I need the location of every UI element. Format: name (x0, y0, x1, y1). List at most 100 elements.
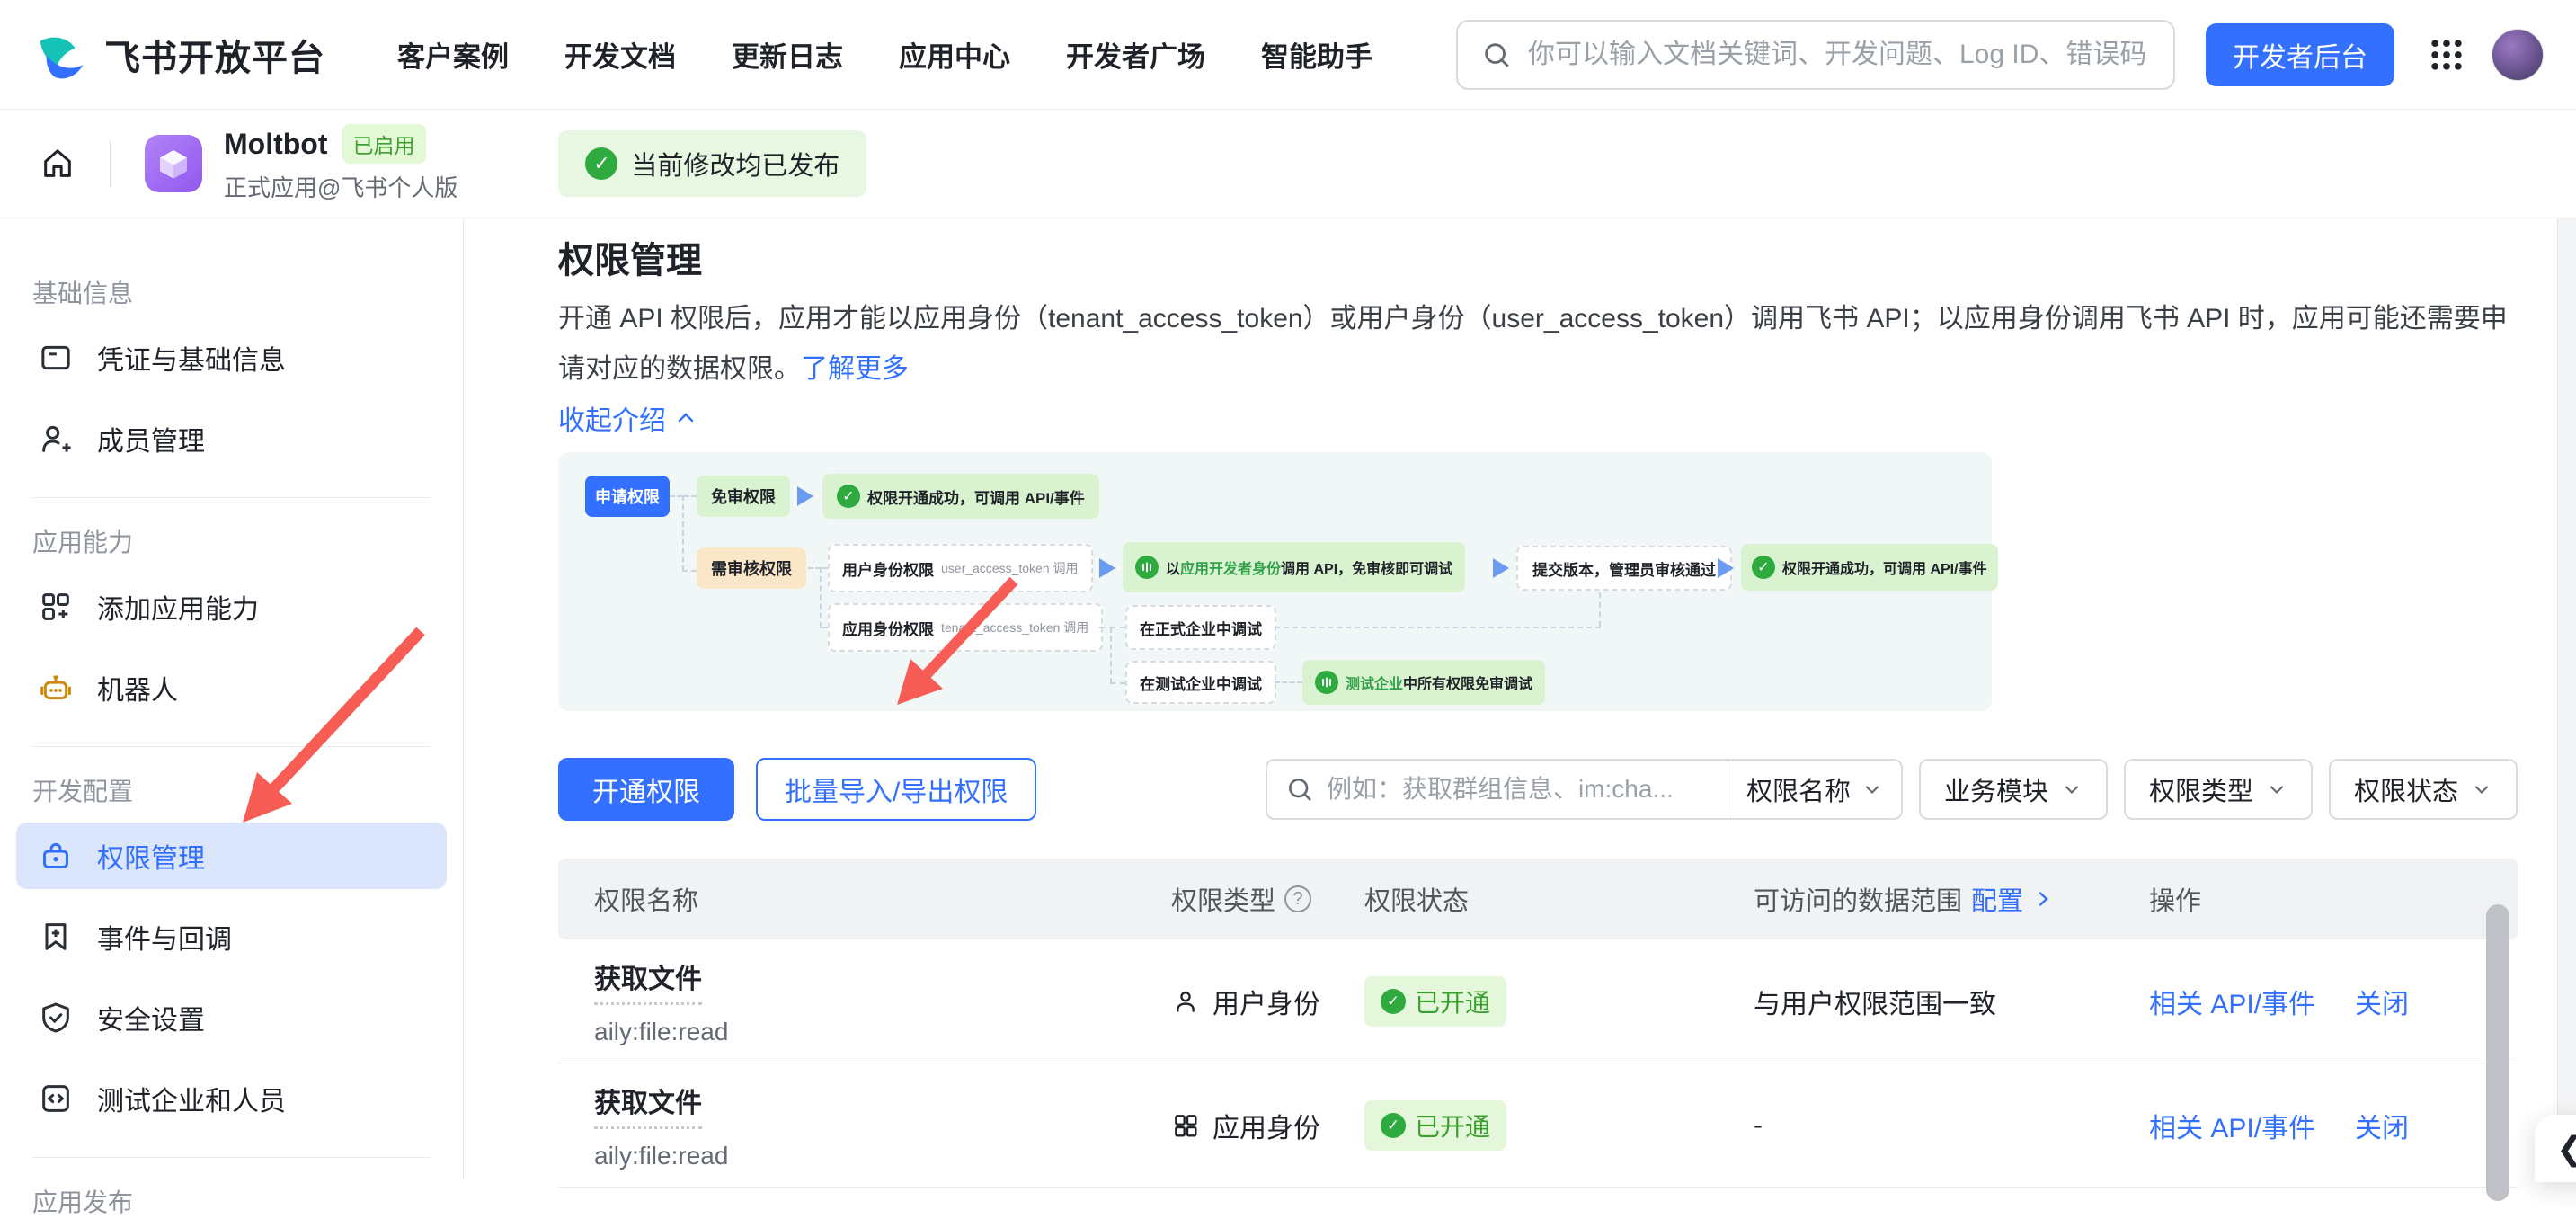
check-icon: ✓ (1752, 556, 1775, 579)
app-subtitle: 正式应用@飞书个人版 (224, 170, 457, 203)
sidebar-item-label: 权限管理 (97, 836, 205, 876)
flow-node-user-perm: 用户身份权限 user_access_token 调用 (828, 544, 1093, 592)
flow-node-title: 在正式企业中调试 (1140, 617, 1262, 639)
flow-dev-call-text: 以应用开发者身份调用 API，免审核即可调试 (1166, 556, 1452, 578)
status-text: 已开通 (1415, 983, 1490, 1019)
flow-node-formal-debug: 在正式企业中调试 (1125, 605, 1276, 650)
permission-toolbar: 开通权限 批量导入/导出权限 权限名称 业务模块 (558, 758, 2518, 821)
connector (820, 567, 822, 627)
sidebar-item-test-org[interactable]: 测试企业和人员 (16, 1065, 447, 1132)
chevron-left-icon: ❮ (2556, 1130, 2576, 1168)
lock-icon (38, 838, 74, 874)
close-permission-link[interactable]: 关闭 (2355, 1106, 2409, 1145)
check-icon: ✓ (1381, 1113, 1406, 1138)
flow-node-title: 用户身份权限 (842, 557, 934, 580)
permission-code: aily:file:read (594, 1018, 1171, 1046)
search-icon (1285, 775, 1314, 804)
flow-node-apply: 申请权限 (585, 476, 670, 517)
filter-business-module[interactable]: 业务模块 (1919, 759, 2108, 820)
close-permission-link[interactable]: 关闭 (2355, 982, 2409, 1021)
filter-label: 权限名称 (1746, 770, 1851, 808)
chevron-right-icon (2032, 888, 2054, 910)
sidebar-item-label: 机器人 (97, 668, 178, 707)
nav-item-cases[interactable]: 客户案例 (397, 34, 509, 75)
page-description: 开通 API 权限后，应用才能以应用身份（tenant_access_token… (558, 294, 2527, 395)
permission-search-field[interactable] (1267, 775, 1728, 804)
collapse-intro-link[interactable]: 收起介绍 (558, 398, 697, 438)
user-avatar[interactable] (2492, 29, 2544, 81)
global-search-input[interactable] (1528, 40, 2150, 70)
flow-success-text: 权限开通成功，可调用 API/事件 (1782, 556, 1987, 578)
flow-node-title: 提交版本，管理员审核通过 (1532, 557, 1716, 580)
permission-search-input[interactable] (1327, 775, 1710, 804)
sidebar-item-label: 测试企业和人员 (97, 1079, 286, 1118)
nav-item-ai-assistant[interactable]: 智能助手 (1261, 34, 1372, 75)
nav-item-changelog[interactable]: 更新日志 (732, 34, 843, 75)
related-api-link[interactable]: 相关 API/事件 (2149, 1106, 2315, 1145)
col-header-type: 权限类型 ? (1171, 880, 1364, 918)
connector (1110, 682, 1125, 684)
sidebar-item-label: 事件与回调 (97, 917, 232, 957)
col-header-scope: 可访问的数据范围 配置 (1754, 880, 2149, 918)
flow-node-submit-version: 提交版本，管理员审核通过 (1516, 546, 1732, 591)
help-icon[interactable]: ? (1284, 885, 1311, 912)
collapse-panel-tab[interactable]: ❮ (2535, 1115, 2576, 1182)
sidebar-item-bot[interactable]: 机器人 (16, 654, 447, 721)
permission-name[interactable]: 获取文件 (594, 1081, 702, 1129)
sidebar-item-members[interactable]: 成员管理 (16, 405, 447, 472)
permission-type-cell: 用户身份 (1171, 982, 1364, 1021)
flow-node-success-2: ✓ 权限开通成功，可调用 API/事件 (1741, 544, 1998, 591)
learn-more-link[interactable]: 了解更多 (801, 354, 909, 384)
home-icon[interactable] (40, 146, 76, 182)
arrow-right-icon (1493, 558, 1509, 578)
connector (682, 495, 684, 571)
filter-label: 权限类型 (2149, 770, 2253, 808)
global-search[interactable] (1456, 20, 2175, 90)
add-capability-icon (38, 589, 74, 625)
action-cell: 相关 API/事件 关闭 (2149, 982, 2482, 1021)
status-text: 已开通 (1415, 1108, 1490, 1143)
feishu-logo[interactable]: 飞书开放平台 (32, 27, 325, 83)
chevron-down-icon (1861, 779, 1883, 800)
permission-name[interactable]: 获取文件 (594, 957, 702, 1005)
open-permission-button[interactable]: 开通权限 (558, 758, 734, 821)
apps-grid-icon[interactable] (2427, 35, 2466, 75)
related-api-link[interactable]: 相关 API/事件 (2149, 982, 2315, 1021)
nav-item-app-center[interactable]: 应用中心 (899, 34, 1010, 75)
sidebar-item-security[interactable]: 安全设置 (16, 984, 447, 1051)
scope-config-link[interactable]: 配置 (1971, 880, 2023, 918)
data-scope-cell: - (1754, 1110, 2149, 1141)
flow-node-dev-call: 以应用开发者身份调用 API，免审核即可调试 (1123, 542, 1465, 592)
batch-import-export-button[interactable]: 批量导入/导出权限 (756, 758, 1036, 821)
nav-item-docs[interactable]: 开发文档 (564, 34, 676, 75)
table-row: 获取文件 aily:file:read 用户身份 ✓ 已开通 与用户权限范围一致… (558, 939, 2518, 1063)
flow-node-title: 应用身份权限 (842, 617, 934, 639)
filter-permission-status[interactable]: 权限状态 (2329, 759, 2518, 820)
flow-node-success-1: ✓ 权限开通成功，可调用 API/事件 (822, 474, 1099, 519)
flow-node-title: 在测试企业中调试 (1140, 672, 1262, 694)
divider (110, 140, 111, 187)
permission-type-label: 应用身份 (1212, 1106, 1320, 1145)
sidebar-section-release: 应用发布 (32, 1183, 431, 1219)
sidebar-item-add-capability[interactable]: 添加应用能力 (16, 574, 447, 640)
filter-permission-name[interactable]: 权限名称 (1728, 761, 1901, 818)
table-row: 获取文件 aily:file:read 应用身份 ✓ 已开通 - (558, 1063, 2518, 1188)
credential-card-icon (38, 340, 74, 376)
sidebar-item-events[interactable]: 事件与回调 (16, 903, 447, 970)
nav-item-dev-plaza[interactable]: 开发者广场 (1066, 34, 1205, 75)
app-identity-icon (1171, 1111, 1200, 1140)
flow-node-subtitle: user_access_token 调用 (941, 559, 1079, 577)
main-content: 权限管理 开通 API 权限后，应用才能以应用身份（tenant_access_… (465, 218, 2557, 1179)
permission-type-label: 用户身份 (1212, 982, 1320, 1021)
robot-icon (38, 670, 74, 706)
api-debug-icon (1315, 671, 1338, 694)
sidebar-item-credentials[interactable]: 凭证与基础信息 (16, 325, 447, 391)
sidebar-item-permissions[interactable]: 权限管理 (16, 823, 447, 889)
status-badge: ✓ 已开通 (1364, 1100, 1506, 1151)
permission-table: 权限名称 权限类型 ? 权限状态 可访问的数据范围 配置 操作 获取文件 ail… (558, 859, 2518, 1188)
chevron-up-icon (675, 407, 697, 429)
vertical-scrollbar[interactable] (2486, 904, 2509, 1201)
flow-node-tenant-perm: 应用身份权限 tenant_access_token 调用 (828, 603, 1103, 652)
filter-permission-type[interactable]: 权限类型 (2124, 759, 2313, 820)
developer-console-button[interactable]: 开发者后台 (2206, 23, 2394, 86)
